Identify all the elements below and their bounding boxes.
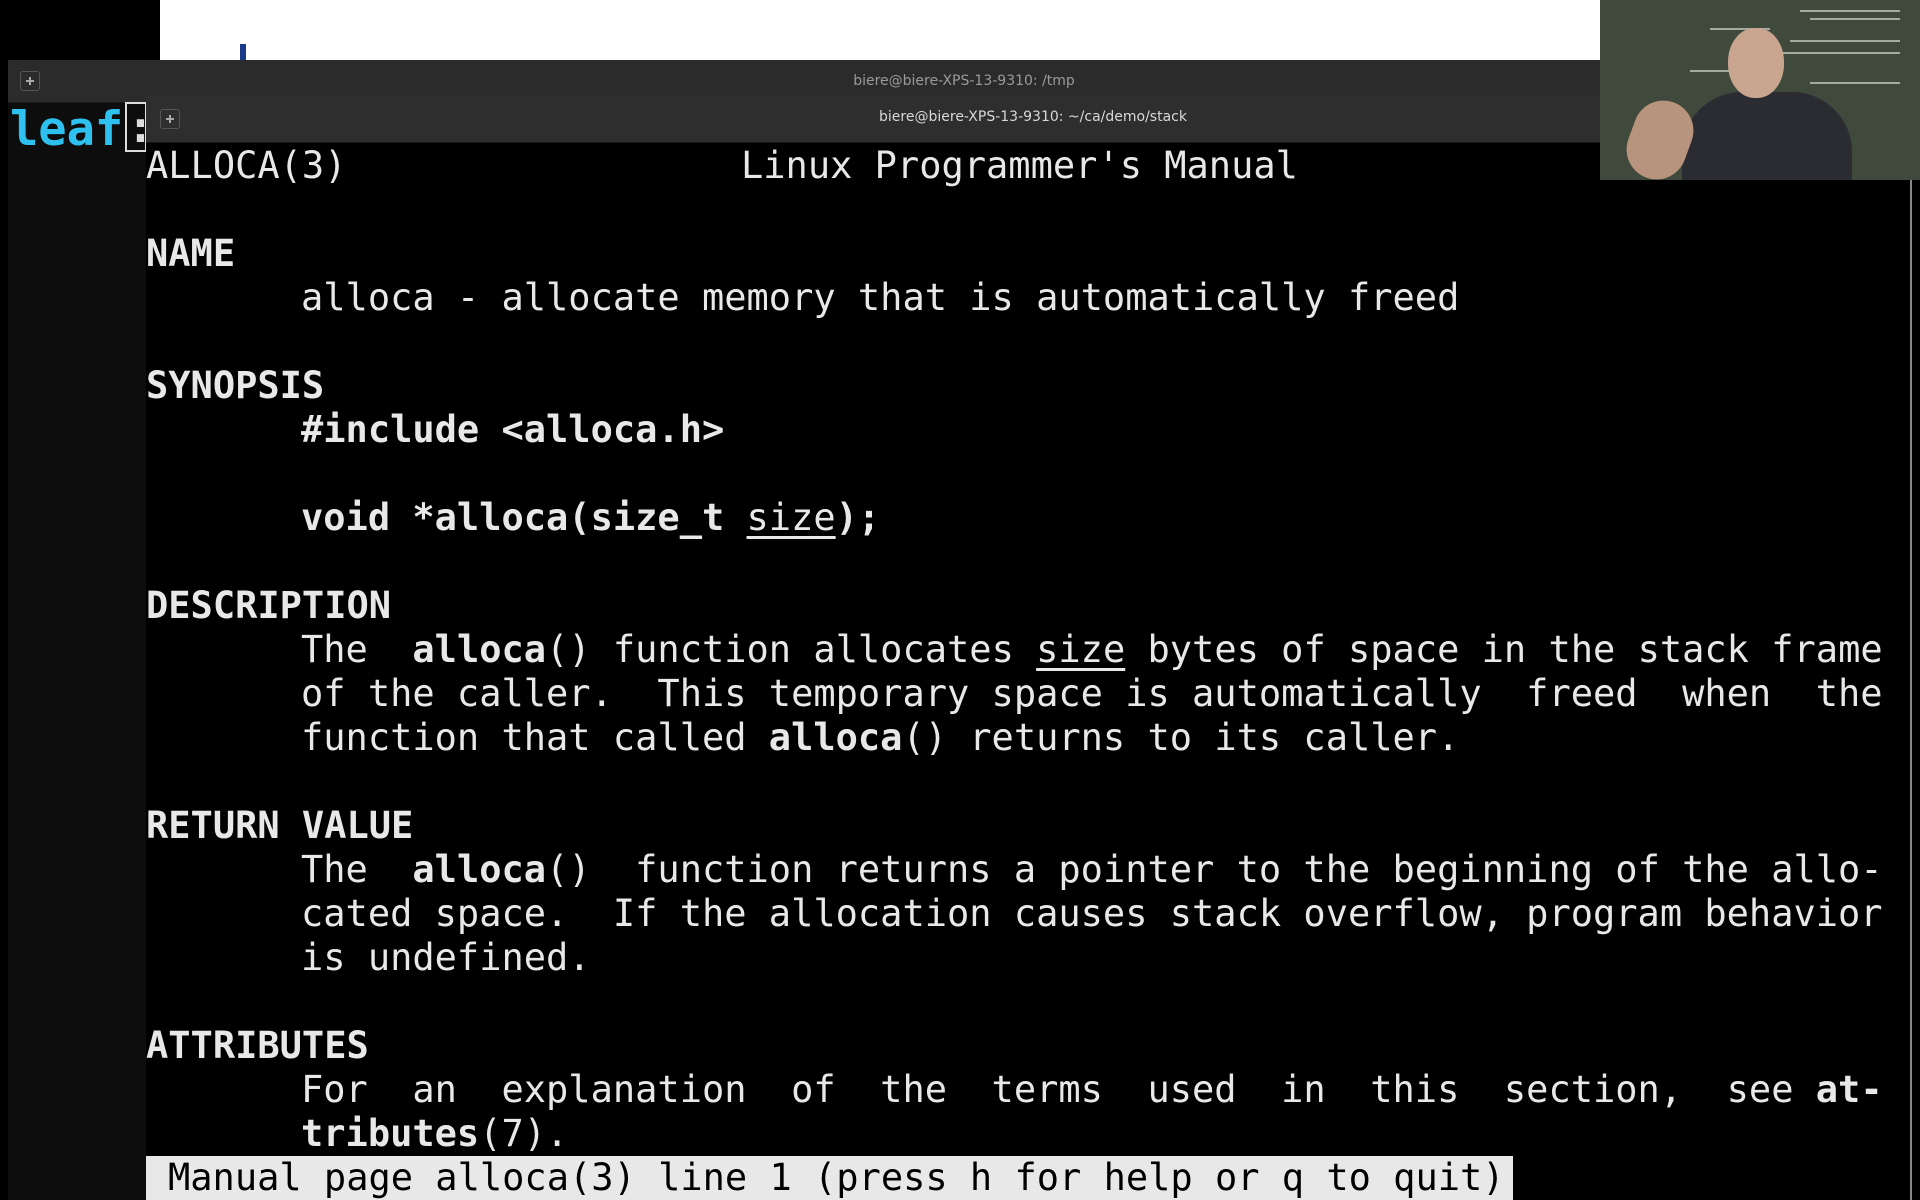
desc-arg: size [1036, 628, 1126, 671]
ret-func: alloca [412, 848, 547, 891]
terminal-cursor: : [125, 102, 154, 153]
pager-status-bar: Manual page alloca(3) line 1 (press h fo… [146, 1156, 1513, 1200]
section-heading-synopsis: SYNOPSIS [146, 364, 325, 407]
ret-text: () function returns a pointer to the beg… [546, 848, 1883, 891]
return-line-2: cated space. If the allocation causes st… [301, 892, 1883, 935]
ret-text: The [301, 848, 413, 891]
attr-ref: at- [1815, 1068, 1883, 1111]
man-header-center: Linux Programmer's Manual [741, 144, 1298, 187]
proto-post: ); [835, 496, 881, 539]
desc-text: bytes of space in the stack frame [1125, 628, 1883, 671]
return-line-1: The alloca() function returns a pointer … [301, 848, 1883, 892]
attributes-line-2: tributes(7). [301, 1112, 568, 1156]
foreground-terminal-window[interactable]: biere@biere-XPS-13-9310: ~/ca/demo/stack… [146, 96, 1920, 1200]
attr-text: For an explanation of the terms used in … [301, 1068, 1816, 1111]
man-page-viewer[interactable]: ALLOCA(3) Linux Programmer's Manual NAME… [146, 142, 1920, 1200]
section-heading-description: DESCRIPTION [146, 584, 392, 627]
section-heading-name: NAME [146, 232, 236, 275]
section-heading-return-value: RETURN VALUE [146, 804, 414, 847]
attr-ref: tributes [301, 1112, 480, 1155]
attr-text: (7). [479, 1112, 569, 1155]
webcam-overlay [1600, 0, 1920, 180]
presenter-body [1682, 92, 1852, 180]
synopsis-prototype: void *alloca(size_t size); [301, 496, 880, 540]
man-header-left: ALLOCA(3) [146, 144, 347, 187]
section-heading-attributes: ATTRIBUTES [146, 1024, 369, 1067]
terminal-scrollbar[interactable] [1910, 142, 1912, 1200]
desc-text: () function allocates [546, 628, 1037, 671]
attributes-line-1: For an explanation of the terms used in … [301, 1068, 1883, 1112]
shell-prompt: leaf: [10, 102, 154, 158]
name-text: alloca - allocate memory that is automat… [301, 276, 1460, 319]
slide-fragment [240, 44, 246, 60]
blackboard-writing [1690, 6, 1910, 96]
prompt-text: leaf [10, 102, 124, 157]
description-line-3: function that called alloca() returns to… [301, 716, 1459, 760]
desc-func: alloca [412, 628, 547, 671]
proto-pre: void *alloca(size_t [301, 496, 747, 539]
return-line-3: is undefined. [301, 936, 591, 979]
desc-func: alloca [768, 716, 903, 759]
proto-arg: size [746, 496, 836, 539]
description-line-1: The alloca() function allocates size byt… [301, 628, 1883, 672]
desc-text: function that called [301, 716, 769, 759]
description-line-2: of the caller. This temporary space is a… [301, 672, 1883, 715]
desc-text: The [301, 628, 413, 671]
synopsis-include: #include <alloca.h> [301, 408, 725, 451]
presenter-head [1728, 28, 1784, 98]
desc-text: () returns to its caller. [902, 716, 1460, 759]
presentation-slide-background [160, 0, 1600, 60]
